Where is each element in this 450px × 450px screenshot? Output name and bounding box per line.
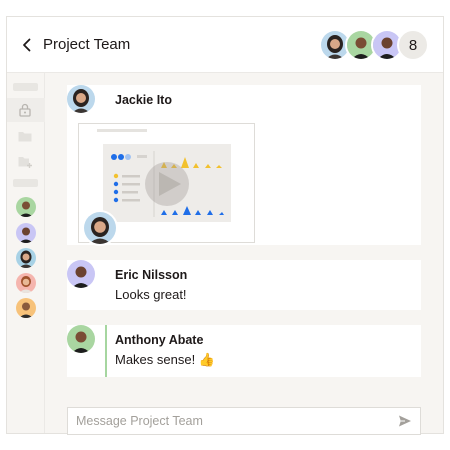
avatar[interactable] — [67, 325, 95, 353]
send-icon[interactable] — [398, 414, 412, 428]
thread-indicator — [105, 325, 107, 377]
lock-icon[interactable] — [17, 102, 33, 118]
avatar[interactable] — [16, 298, 36, 318]
author-name[interactable]: Anthony Abate — [115, 333, 203, 347]
member-count-badge[interactable]: 8 — [397, 29, 429, 61]
app-window: Project Team 8 Jackie Ito Eric Nilsson L… — [6, 16, 444, 435]
video-preview[interactable] — [78, 123, 255, 246]
message-composer[interactable] — [67, 407, 421, 435]
page-title: Project Team — [43, 36, 131, 53]
member-list[interactable]: 8 — [319, 29, 429, 61]
avatar[interactable] — [16, 197, 36, 217]
message-card: Eric Nilsson Looks great! — [67, 260, 421, 310]
message-text: Makes sense! 👍 — [115, 352, 216, 367]
message-card: Jackie Ito — [67, 85, 421, 246]
author-name[interactable]: Eric Nilsson — [115, 268, 187, 282]
back-arrow-icon[interactable] — [17, 35, 37, 55]
avatar[interactable] — [16, 248, 36, 268]
sidebar-placeholder — [13, 83, 38, 91]
sidebar-placeholder — [13, 179, 38, 187]
message-input[interactable] — [76, 408, 376, 434]
message-card: Anthony Abate Makes sense! 👍 — [67, 325, 421, 377]
header: Project Team 8 — [7, 17, 443, 73]
sidebar — [7, 73, 45, 433]
message-area: Jackie Ito Eric Nilsson Looks great! Ant… — [45, 73, 443, 435]
avatar[interactable] — [67, 85, 95, 113]
avatar[interactable] — [16, 273, 36, 293]
folder-icon[interactable] — [17, 128, 33, 144]
author-name[interactable]: Jackie Ito — [115, 93, 172, 107]
avatar[interactable] — [67, 260, 95, 288]
message-text: Looks great! — [115, 287, 187, 302]
folder-add-icon[interactable] — [17, 153, 33, 169]
avatar[interactable] — [16, 223, 36, 243]
presenter-avatar — [82, 210, 118, 246]
